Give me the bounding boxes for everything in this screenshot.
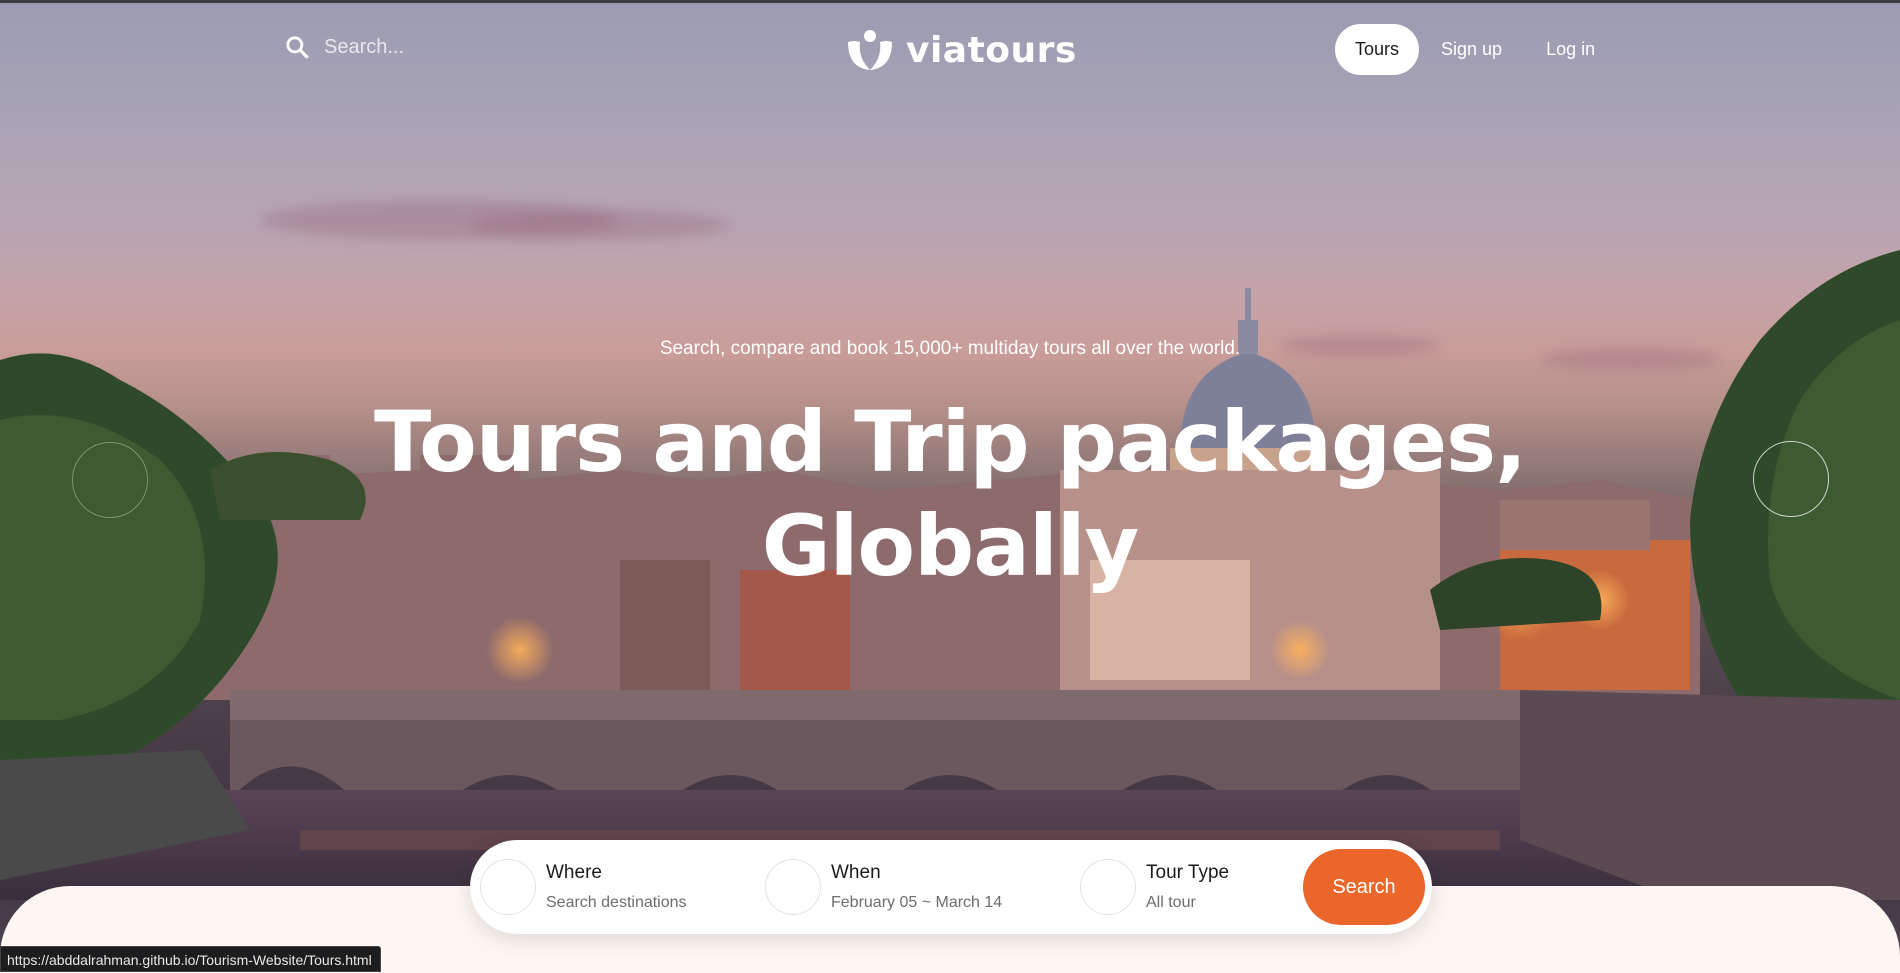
- calendar-icon: [765, 859, 821, 915]
- search-input[interactable]: [324, 35, 524, 59]
- tour-type-label: Tour Type: [1146, 862, 1230, 883]
- nav-tours[interactable]: Tours: [1335, 24, 1420, 75]
- main-nav: Tours Sign up Log in: [1335, 24, 1617, 75]
- hero-headline-line2: Globally: [761, 497, 1140, 595]
- carousel-prev-arrow[interactable]: [72, 442, 148, 518]
- search-button[interactable]: Search: [1303, 849, 1425, 925]
- tour-type-icon: [1080, 859, 1136, 915]
- where-value: Search destinations: [546, 894, 687, 911]
- where-label: Where: [546, 862, 602, 883]
- search-icon[interactable]: [284, 34, 310, 60]
- nav-log-in[interactable]: Log in: [1524, 24, 1617, 75]
- hero-headline-line1: Tours and Trip packages,: [374, 393, 1527, 491]
- brand-name: viatours: [906, 29, 1077, 71]
- browser-status-url: https://abddalrahman.github.io/Tourism-W…: [0, 946, 381, 972]
- where-field[interactable]: Where Search destinations: [480, 840, 765, 934]
- tour-type-value: All tour: [1146, 894, 1196, 911]
- site-logo[interactable]: viatours: [844, 28, 1077, 72]
- when-label: When: [831, 862, 881, 883]
- tour-type-field[interactable]: Tour Type All tour: [1080, 840, 1300, 934]
- hero-headline: Tours and Trip packages, Globally: [0, 390, 1900, 598]
- when-field[interactable]: When February 05 ~ March 14: [765, 840, 1080, 934]
- location-icon: [480, 859, 536, 915]
- tour-search-bar: Where Search destinations When February …: [470, 840, 1432, 934]
- nav-sign-up[interactable]: Sign up: [1419, 24, 1524, 75]
- viatours-logo-icon: [848, 30, 892, 70]
- hero-tagline: Search, compare and book 15,000+ multida…: [659, 338, 1241, 359]
- when-value: February 05 ~ March 14: [831, 894, 1003, 911]
- header-search: [284, 34, 524, 60]
- carousel-next-arrow[interactable]: [1753, 441, 1829, 517]
